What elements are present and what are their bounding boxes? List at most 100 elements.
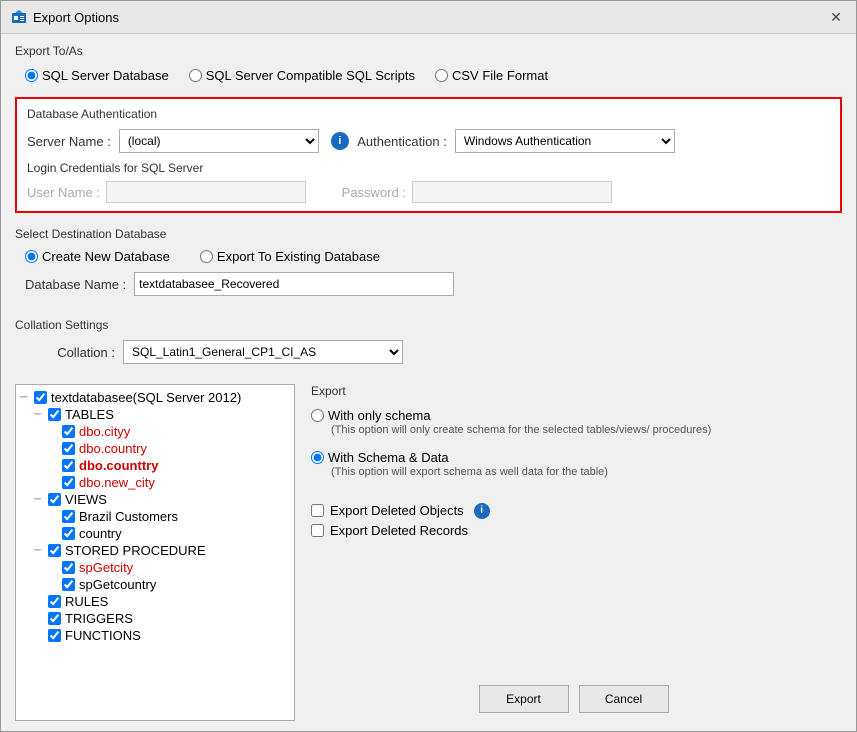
expand-brazil xyxy=(48,511,58,522)
schema-data-desc: (This option will export schema as well … xyxy=(331,465,836,480)
schema-only-label[interactable]: With only schema xyxy=(311,408,431,423)
sql-scripts-option[interactable]: SQL Server Compatible SQL Scripts xyxy=(189,68,415,83)
export-deleted-records-text: Export Deleted Records xyxy=(330,523,468,538)
tree-checkbox-rules[interactable] xyxy=(48,595,61,608)
create-new-db-option[interactable]: Create New Database xyxy=(25,249,170,264)
export-button[interactable]: Export xyxy=(479,685,569,713)
export-deleted-records-label[interactable]: Export Deleted Records xyxy=(311,523,468,538)
tree-label-functions: FUNCTIONS xyxy=(65,628,141,643)
tree-checkbox-spgetcity[interactable] xyxy=(62,561,75,574)
db-name-input[interactable] xyxy=(134,272,454,296)
collation-title: Collation Settings xyxy=(15,318,842,332)
export-deleted-section: Export Deleted Objects i Export Deleted … xyxy=(311,503,836,542)
expand-root[interactable]: ─ xyxy=(20,392,30,403)
export-panel: Export With only schema (This option wil… xyxy=(305,384,842,721)
export-deleted-objects-text: Export Deleted Objects xyxy=(330,503,464,518)
close-button[interactable]: ✕ xyxy=(826,7,846,27)
tree-checkbox-triggers[interactable] xyxy=(48,612,61,625)
db-name-row: Database Name : xyxy=(15,268,842,300)
export-deleted-records-row: Export Deleted Records xyxy=(311,523,836,538)
sql-server-db-radio[interactable] xyxy=(25,69,38,82)
tree-checkbox-stored-proc[interactable] xyxy=(48,544,61,557)
expand-country xyxy=(48,443,58,454)
export-existing-db-option[interactable]: Export To Existing Database xyxy=(200,249,380,264)
tree-item-spgetcity[interactable]: spGetcity xyxy=(48,559,290,576)
tree-item-tables[interactable]: ─ TABLES xyxy=(34,406,290,423)
tree-label-root: textdatabasee(SQL Server 2012) xyxy=(51,390,241,405)
database-auth-section: Database Authentication Server Name : (l… xyxy=(15,97,842,213)
export-schema-only-option: With only schema (This option will only … xyxy=(311,408,836,438)
server-info-icon[interactable]: i xyxy=(331,132,349,150)
expand-tables[interactable]: ─ xyxy=(34,409,44,420)
tree-checkbox-new-city[interactable] xyxy=(62,476,75,489)
tree-label-country-view: country xyxy=(79,526,122,541)
auth-select[interactable]: Windows Authentication SQL Server Authen… xyxy=(455,129,675,153)
tree-checkbox-spgetcountry[interactable] xyxy=(62,578,75,591)
tree-item-rules[interactable]: RULES xyxy=(34,593,290,610)
title-bar: Export Options ✕ xyxy=(1,1,856,34)
sql-scripts-radio[interactable] xyxy=(189,69,202,82)
tree-checkbox-country-view[interactable] xyxy=(62,527,75,540)
expand-cityy xyxy=(48,426,58,437)
schema-only-radio[interactable] xyxy=(311,409,324,422)
tree-checkbox-brazil[interactable] xyxy=(62,510,75,523)
collation-row: Collation : SQL_Latin1_General_CP1_CI_AS… xyxy=(15,336,842,368)
tree-item-brazil[interactable]: Brazil Customers xyxy=(48,508,290,525)
auth-label: Authentication : xyxy=(357,134,447,149)
export-schema-only-row: With only schema xyxy=(311,408,836,423)
schema-data-label[interactable]: With Schema & Data xyxy=(311,450,449,465)
tree-checkbox-functions[interactable] xyxy=(48,629,61,642)
export-deleted-objects-row: Export Deleted Objects i xyxy=(311,503,836,519)
app-icon xyxy=(11,9,27,25)
username-label: User Name : xyxy=(27,185,100,200)
csv-format-option[interactable]: CSV File Format xyxy=(435,68,548,83)
expand-stored-proc[interactable]: ─ xyxy=(34,545,44,556)
expand-new-city xyxy=(48,477,58,488)
tree-label-rules: RULES xyxy=(65,594,108,609)
export-deleted-info-icon[interactable]: i xyxy=(474,503,490,519)
tree-item-root[interactable]: ─ textdatabasee(SQL Server 2012) xyxy=(20,389,290,406)
server-name-select[interactable]: (local) xyxy=(119,129,319,153)
export-options-dialog: Export Options ✕ Export To/As SQL Server… xyxy=(0,0,857,732)
tree-item-stored-proc[interactable]: ─ STORED PROCEDURE xyxy=(34,542,290,559)
tree-checkbox-country[interactable] xyxy=(62,442,75,455)
export-deleted-objects-checkbox[interactable] xyxy=(311,504,324,517)
password-input[interactable] xyxy=(412,181,612,203)
tree-checkbox-cityy[interactable] xyxy=(62,425,75,438)
export-deleted-records-checkbox[interactable] xyxy=(311,524,324,537)
tree-label-stored-proc: STORED PROCEDURE xyxy=(65,543,206,558)
cancel-button[interactable]: Cancel xyxy=(579,685,669,713)
export-schema-data-option: With Schema & Data (This option will exp… xyxy=(311,450,836,480)
tree-item-country[interactable]: dbo.country xyxy=(48,440,290,457)
tree-checkbox-tables[interactable] xyxy=(48,408,61,421)
schema-only-text: With only schema xyxy=(328,408,431,423)
username-input[interactable] xyxy=(106,181,306,203)
tree-item-spgetcountry[interactable]: spGetcountry xyxy=(48,576,290,593)
tree-checkbox-counttry[interactable] xyxy=(62,459,75,472)
tree-item-cityy[interactable]: dbo.cityy xyxy=(48,423,290,440)
schema-data-radio[interactable] xyxy=(311,451,324,464)
export-schema-data-row: With Schema & Data xyxy=(311,450,836,465)
sql-server-db-option[interactable]: SQL Server Database xyxy=(25,68,169,83)
credentials-row: User Name : Password : xyxy=(27,181,830,203)
tree-item-country-view[interactable]: country xyxy=(48,525,290,542)
server-name-label: Server Name : xyxy=(27,134,111,149)
export-deleted-objects-label[interactable]: Export Deleted Objects xyxy=(311,503,464,518)
export-to-as-section: Export To/As SQL Server Database SQL Ser… xyxy=(15,44,842,89)
tree-item-new-city[interactable]: dbo.new_city xyxy=(48,474,290,491)
tree-checkbox-views[interactable] xyxy=(48,493,61,506)
tree-item-views[interactable]: ─ VIEWS xyxy=(34,491,290,508)
create-new-db-radio[interactable] xyxy=(25,250,38,263)
expand-views[interactable]: ─ xyxy=(34,494,44,505)
collation-select[interactable]: SQL_Latin1_General_CP1_CI_AS Latin1_Gene… xyxy=(123,340,403,364)
tree-item-counttry[interactable]: dbo.counttry xyxy=(48,457,290,474)
tree-label-triggers: TRIGGERS xyxy=(65,611,133,626)
export-to-as-options: SQL Server Database SQL Server Compatibl… xyxy=(15,62,842,89)
tree-checkbox-root[interactable] xyxy=(34,391,47,404)
export-existing-db-radio[interactable] xyxy=(200,250,213,263)
password-label: Password : xyxy=(336,185,406,200)
csv-format-radio[interactable] xyxy=(435,69,448,82)
csv-format-label: CSV File Format xyxy=(452,68,548,83)
tree-item-functions[interactable]: FUNCTIONS xyxy=(34,627,290,644)
tree-item-triggers[interactable]: TRIGGERS xyxy=(34,610,290,627)
